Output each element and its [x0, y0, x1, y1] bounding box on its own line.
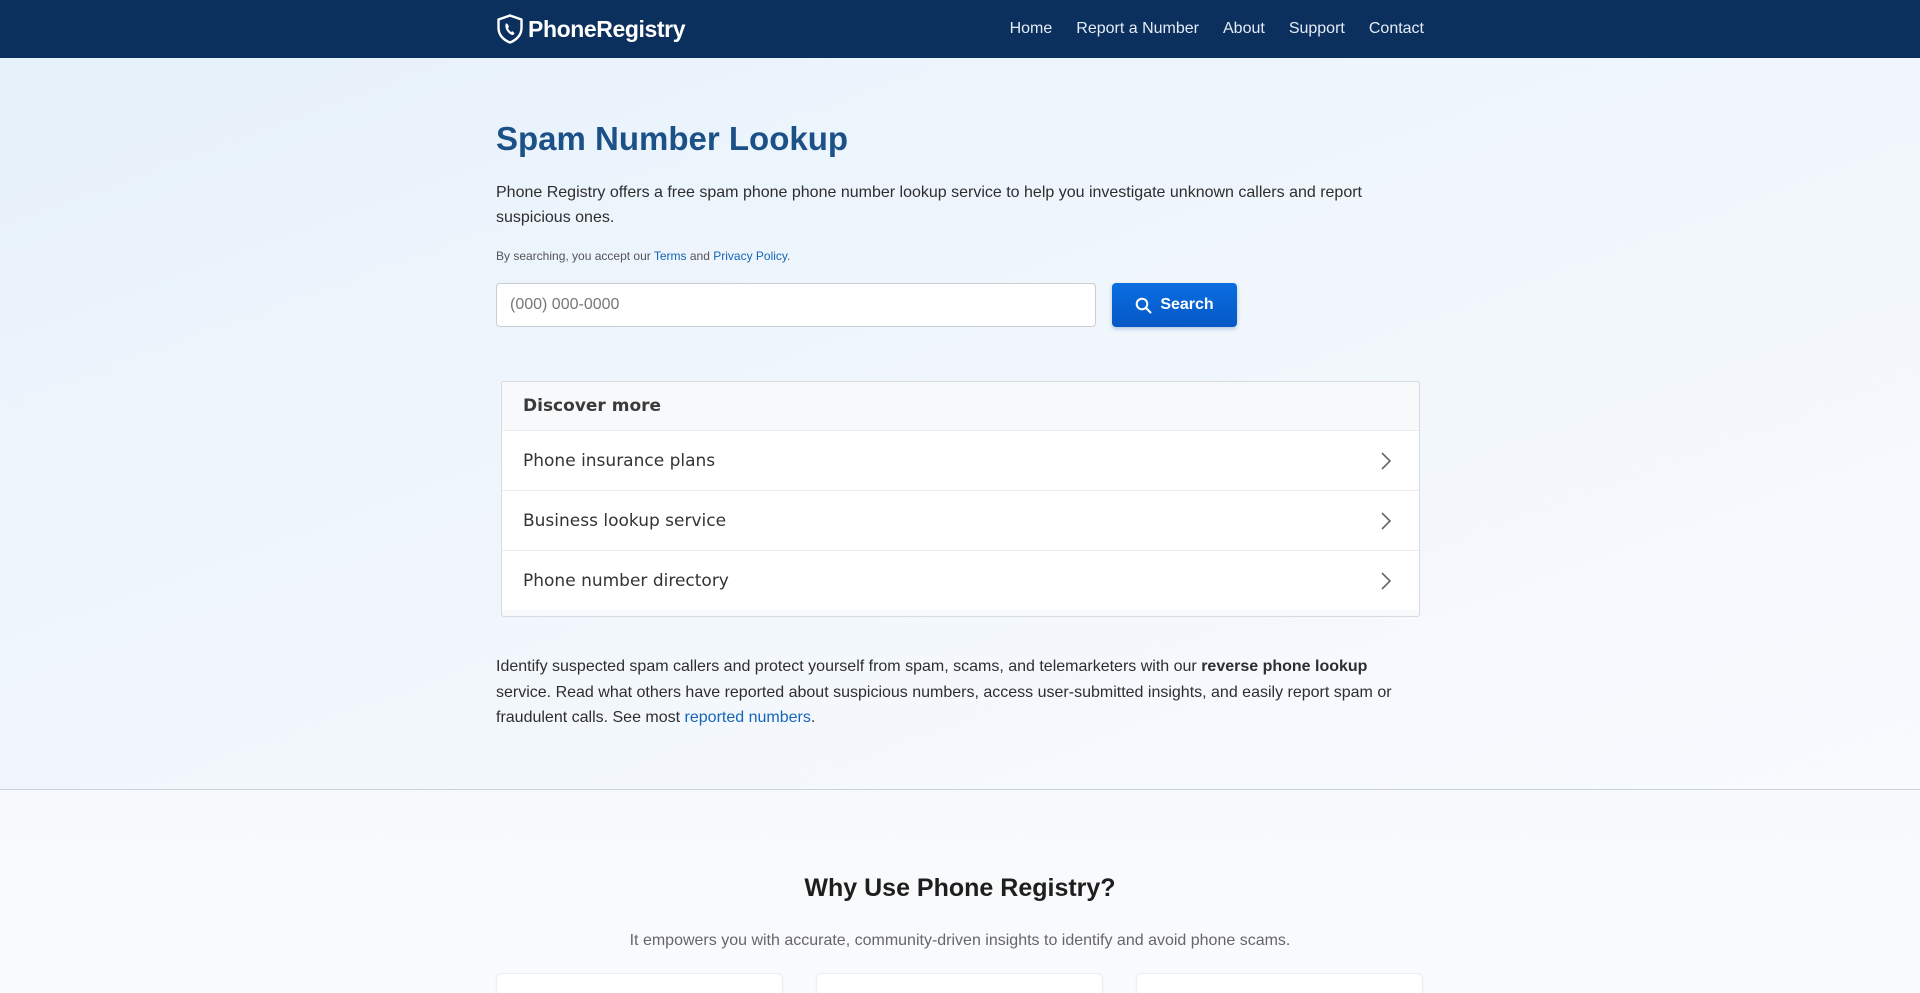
brand-name: PhoneRegistry [528, 15, 686, 42]
discover-item-label: Phone insurance plans [523, 450, 716, 471]
terms-prefix: By searching, you accept our [496, 249, 654, 263]
terms-and: and [686, 249, 714, 263]
terms-link[interactable]: Terms [654, 249, 687, 263]
search-button-label: Search [1160, 296, 1214, 313]
phone-search-input[interactable] [496, 283, 1096, 327]
nav-support[interactable]: Support [1289, 20, 1345, 38]
nav-contact[interactable]: Contact [1369, 20, 1424, 38]
reported-numbers-link[interactable]: reported numbers [685, 709, 811, 726]
why-subtitle: It empowers you with accurate, community… [629, 932, 1291, 949]
magnifier-icon [1136, 297, 1152, 313]
why-section: Why Use Phone Registry? It empowers you … [0, 790, 1920, 993]
discover-item-phone-insurance-plans[interactable]: Phone insurance plans [502, 430, 1419, 490]
desc-text-2: service. Read what others have reported … [496, 683, 1392, 727]
shield-phone-icon [497, 14, 523, 44]
nav-about[interactable]: About [1223, 20, 1265, 38]
discover-item-label: Phone number directory [523, 570, 729, 591]
terms-suffix: . [787, 249, 791, 263]
feature-card [496, 973, 783, 993]
discover-more-title: Discover more [523, 396, 662, 416]
discover-more-panel: Discover more Phone insurance plans Busi… [501, 381, 1420, 617]
search-button[interactable]: Search [1112, 283, 1237, 327]
discover-item-phone-number-directory[interactable]: Phone number directory [502, 550, 1419, 610]
feature-card [816, 973, 1103, 993]
main-nav: Home Report a Number About Support Conta… [1010, 20, 1424, 38]
intro-text: Phone Registry offers a free spam phone … [496, 184, 1362, 226]
desc-bold-reverse-lookup: reverse phone lookup [1201, 658, 1368, 675]
privacy-policy-link[interactable]: Privacy Policy [713, 249, 787, 263]
header-inner: PhoneRegistry Home Report a Number About… [496, 0, 1424, 58]
chevron-right-icon [1381, 511, 1392, 530]
page-title: Spam Number Lookup [496, 120, 849, 157]
discover-item-label: Business lookup service [523, 510, 727, 531]
discover-item-business-lookup-service[interactable]: Business lookup service [502, 490, 1419, 550]
top-navigation-bar: PhoneRegistry Home Report a Number About… [0, 0, 1920, 58]
chevron-right-icon [1381, 451, 1392, 470]
feature-card [1136, 973, 1423, 993]
brand-logo[interactable]: PhoneRegistry [496, 14, 686, 44]
service-description: Identify suspected spam callers and prot… [496, 654, 1424, 731]
desc-text-1: Identify suspected spam callers and prot… [496, 658, 1202, 675]
desc-text-3: . [810, 709, 816, 726]
why-title: Why Use Phone Registry? [804, 874, 1116, 902]
nav-report-a-number[interactable]: Report a Number [1076, 20, 1199, 38]
chevron-right-icon [1381, 571, 1392, 590]
nav-home[interactable]: Home [1010, 20, 1053, 38]
terms-notice: By searching, you accept our Terms and P… [496, 249, 790, 263]
